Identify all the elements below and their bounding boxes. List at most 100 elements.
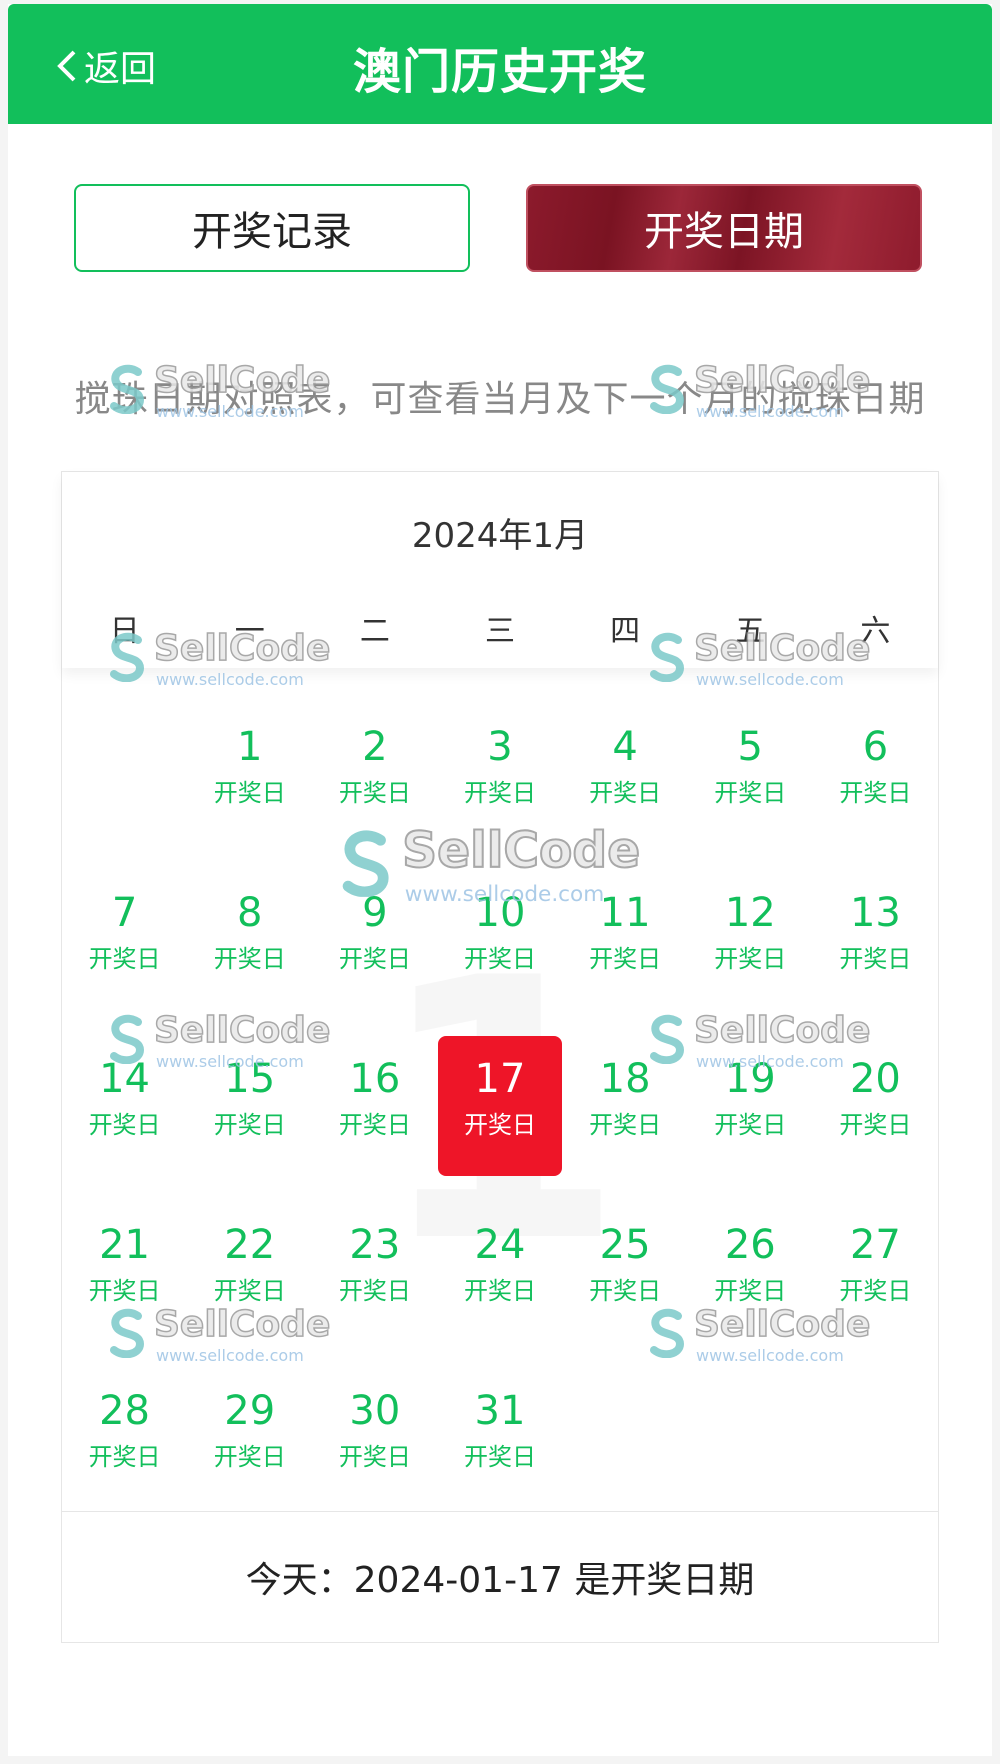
day-cell[interactable]: 11 开奖日 xyxy=(563,878,688,1044)
day-number: 31 xyxy=(474,1388,526,1434)
tab-draw-records[interactable]: 开奖记录 xyxy=(74,184,470,272)
day-number: 16 xyxy=(349,1056,401,1102)
day-number: 6 xyxy=(862,724,889,770)
day-number: 14 xyxy=(99,1056,151,1102)
weekday-row: 日一二三四五六 xyxy=(62,606,938,650)
draw-day-label: 开奖日 xyxy=(839,945,912,973)
day-cell[interactable]: 15 开奖日 xyxy=(187,1044,312,1210)
draw-day-label: 开奖日 xyxy=(589,1277,662,1305)
day-cell[interactable]: 4 开奖日 xyxy=(563,712,688,878)
draw-day-label: 开奖日 xyxy=(88,945,161,973)
day-number: 23 xyxy=(349,1222,401,1268)
draw-day-label: 开奖日 xyxy=(213,1277,286,1305)
day-number: 27 xyxy=(849,1222,901,1268)
day-cell[interactable]: 24 开奖日 xyxy=(437,1210,562,1376)
day-number: 4 xyxy=(612,724,638,770)
day-cell[interactable]: 6 开奖日 xyxy=(813,712,938,878)
day-cell[interactable]: 25 开奖日 xyxy=(563,1210,688,1376)
day-number: 9 xyxy=(362,890,388,936)
draw-day-label: 开奖日 xyxy=(463,945,536,973)
draw-day-label: 开奖日 xyxy=(589,945,662,973)
day-number: 5 xyxy=(737,724,763,770)
day-number: 3 xyxy=(487,724,513,770)
day-cell[interactable]: 8 开奖日 xyxy=(187,878,312,1044)
weekday-label: 六 xyxy=(860,614,891,649)
day-cell[interactable]: 20 开奖日 xyxy=(813,1044,938,1210)
day-cell[interactable]: 2 开奖日 xyxy=(312,712,437,878)
day-number: 19 xyxy=(724,1056,776,1102)
draw-day-label: 开奖日 xyxy=(463,1277,536,1305)
calendar-description: 搅珠日期对照表，可查看当月及下一个月的搅珠日期 xyxy=(74,379,926,420)
draw-day-label: 开奖日 xyxy=(338,1443,411,1471)
draw-day-label: 开奖日 xyxy=(338,1277,411,1305)
day-cell-today[interactable]: 17 开奖日 xyxy=(437,1036,562,1176)
draw-day-label: 开奖日 xyxy=(213,945,286,973)
day-cell[interactable]: 18 开奖日 xyxy=(563,1044,688,1210)
weekday-label: 一 xyxy=(234,614,265,649)
draw-day-label: 开奖日 xyxy=(213,1111,286,1139)
page: 返回 澳门历史开奖 开奖记录 开奖日期 搅珠日期对照表，可查看当月及下一个月的搅… xyxy=(8,4,992,1756)
day-number: 12 xyxy=(724,890,776,936)
month-title: 2024年1月 xyxy=(411,516,589,556)
day-cell[interactable]: 5 开奖日 xyxy=(688,712,813,878)
day-cell[interactable]: 3 开奖日 xyxy=(437,712,562,878)
day-cell[interactable]: 14 开奖日 xyxy=(62,1044,187,1210)
draw-day-label: 开奖日 xyxy=(839,779,912,807)
day-cell[interactable]: 23 开奖日 xyxy=(312,1210,437,1376)
draw-day-label: 开奖日 xyxy=(88,1277,161,1305)
draw-day-label: 开奖日 xyxy=(338,945,411,973)
draw-day-label: 开奖日 xyxy=(589,779,662,807)
day-number: 30 xyxy=(349,1388,401,1434)
page-title: 澳门历史开奖 xyxy=(352,44,647,100)
calendar-header: 2024年1月 日 一 二 三 四 五 六 xyxy=(62,472,938,668)
day-number: 1 xyxy=(236,724,263,770)
draw-day-label: 开奖日 xyxy=(714,1111,787,1139)
draw-day-label: 开奖日 xyxy=(714,945,787,973)
weekday-label: 四 xyxy=(610,614,641,649)
day-cell[interactable]: 1 开奖日 xyxy=(187,712,312,878)
draw-day-label: 开奖日 xyxy=(88,1443,161,1471)
day-number: 28 xyxy=(99,1388,151,1434)
draw-day-label: 开奖日 xyxy=(714,779,787,807)
draw-day-label: 开奖日 xyxy=(213,779,286,807)
draw-day-label: 开奖日 xyxy=(589,1111,662,1139)
weekday-label: 日 xyxy=(109,614,140,649)
day-cell[interactable]: 16 开奖日 xyxy=(312,1044,437,1210)
day-number: 17 xyxy=(474,1056,526,1102)
draw-day-label: 开奖日 xyxy=(338,779,411,807)
day-cell[interactable]: 19 开奖日 xyxy=(688,1044,813,1210)
day-cell[interactable]: 21 开奖日 xyxy=(62,1210,187,1376)
day-cell[interactable]: 22 开奖日 xyxy=(187,1210,312,1376)
day-number: 20 xyxy=(849,1056,901,1102)
draw-day-label: 开奖日 xyxy=(463,779,536,807)
day-cell[interactable]: 12 开奖日 xyxy=(688,878,813,1044)
day-number: 8 xyxy=(236,890,263,936)
day-cell[interactable]: 10 开奖日 xyxy=(437,878,562,1044)
draw-day-label: 开奖日 xyxy=(839,1111,912,1139)
day-number: 10 xyxy=(474,890,526,936)
tab-draw-dates[interactable]: 开奖日期 xyxy=(526,184,922,272)
day-number: 11 xyxy=(599,890,651,936)
day-number: 25 xyxy=(599,1222,651,1268)
weekday-label: 三 xyxy=(484,614,515,649)
day-number: 15 xyxy=(224,1056,276,1102)
day-cell[interactable]: 13 开奖日 xyxy=(813,878,938,1044)
draw-day-label: 开奖日 xyxy=(338,1111,411,1139)
day-cell[interactable]: 27 开奖日 xyxy=(813,1210,938,1376)
draw-day-label: 开奖日 xyxy=(463,1443,536,1471)
day-grid: 1 开奖日 2 开奖日 3 开奖日 4 开奖日 5 开奖日 6 开奖日 7 开奖日 8 开奖日 9 开奖日 10 开奖… xyxy=(62,712,938,1542)
day-number: 22 xyxy=(224,1222,276,1268)
day-number: 13 xyxy=(849,890,901,936)
draw-day-label: 开奖日 xyxy=(213,1443,286,1471)
draw-day-label: 开奖日 xyxy=(463,1111,536,1139)
today-status: 今天：2024-01-17 是开奖日期 xyxy=(62,1511,938,1642)
calendar: 2024年1月 日 一 二 三 四 五 六 1 1 开奖日 2 开奖日 3 开奖日 4 开奖日 5 开奖日 6 开… xyxy=(61,471,939,1643)
empty-day-cell xyxy=(62,712,187,878)
app-header: 返回 澳门历史开奖 xyxy=(8,4,992,124)
day-cell[interactable]: 7 开奖日 xyxy=(62,878,187,1044)
day-number: 26 xyxy=(724,1222,776,1268)
day-cell[interactable]: 26 开奖日 xyxy=(688,1210,813,1376)
day-number: 29 xyxy=(224,1388,276,1434)
draw-day-label: 开奖日 xyxy=(88,1111,161,1139)
day-cell[interactable]: 9 开奖日 xyxy=(312,878,437,1044)
